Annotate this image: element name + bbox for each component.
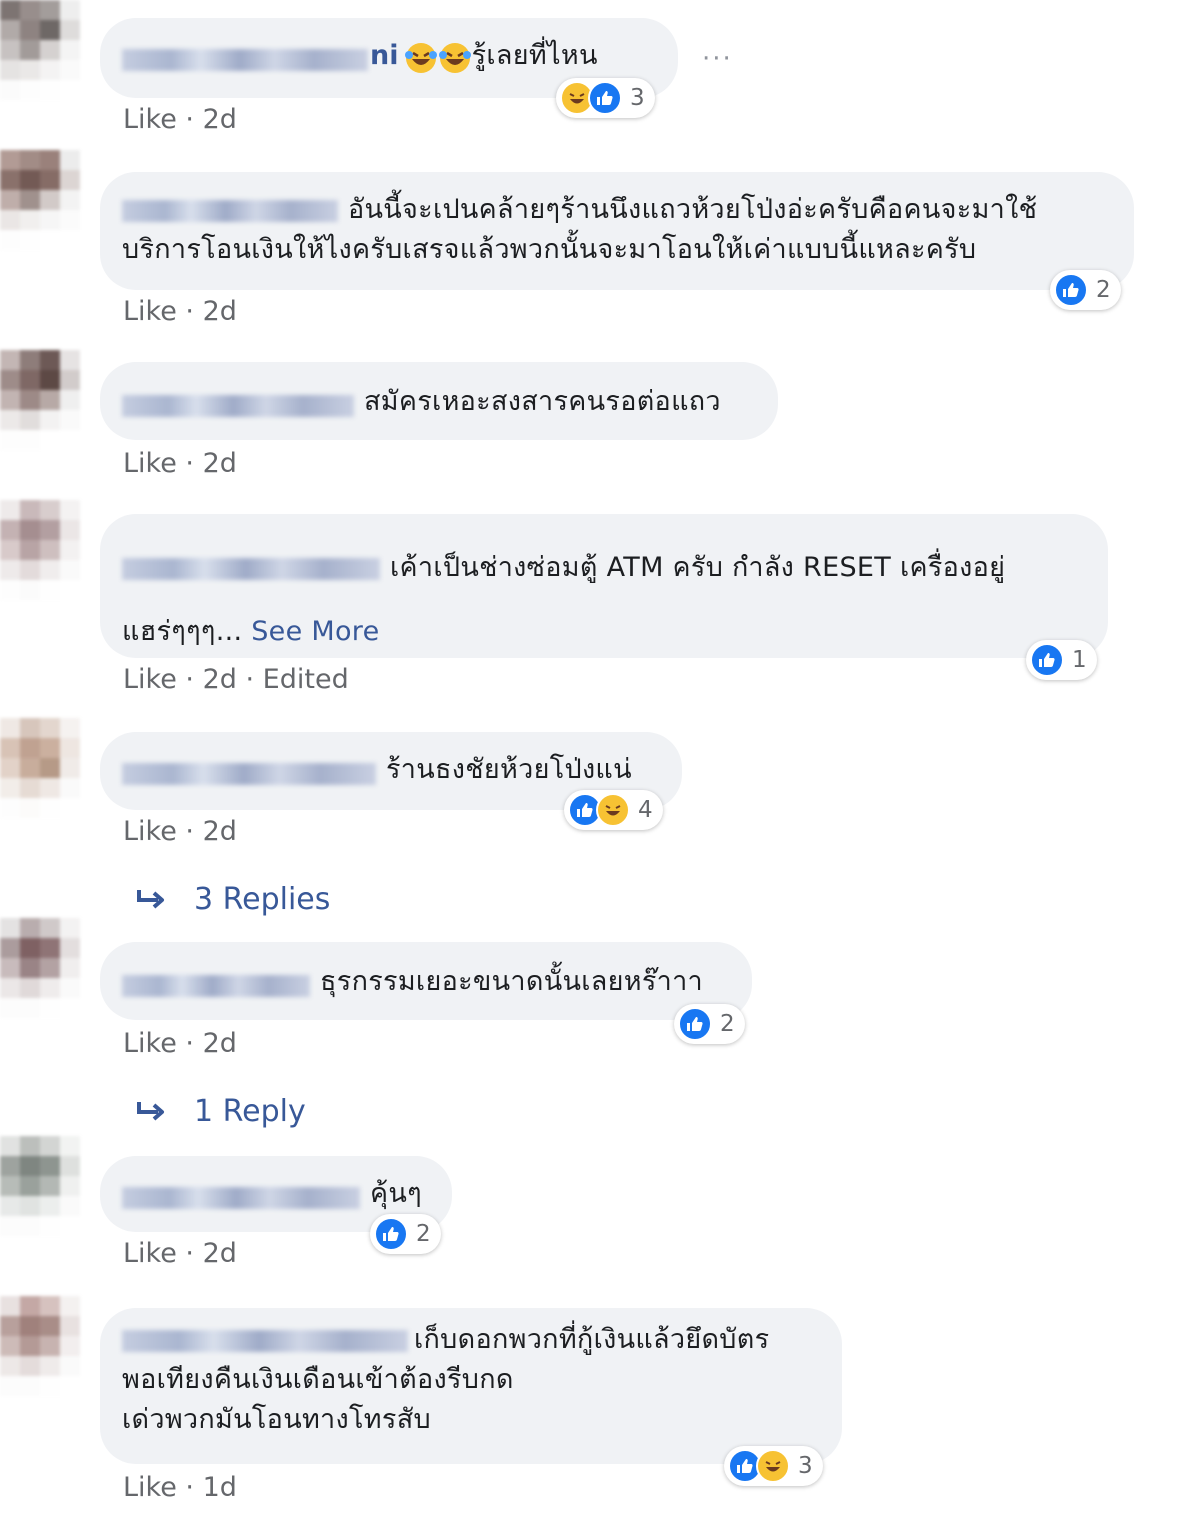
reply-arrow-icon: [137, 1101, 164, 1121]
like-link[interactable]: Like: [123, 104, 177, 132]
avatar[interactable]: [0, 1136, 80, 1236]
avatar[interactable]: [0, 0, 80, 100]
comment-bubble: สมัครเหอะสงสารคนรอต่อแถว: [100, 362, 778, 440]
timestamp[interactable]: 1d: [203, 1472, 237, 1503]
comment-text-line-2: พอเทียงคืนเงินเดือนเข้าต้องรีบกด: [122, 1364, 514, 1395]
comment-text: ร้านธงชัยห้วยโป่งแน่: [386, 754, 632, 785]
like-link[interactable]: Like: [123, 1472, 177, 1503]
rofl-emoji-icon: [404, 41, 438, 79]
comment-meta: Like · 2d: [123, 816, 237, 847]
haha-reaction-icon: [756, 1449, 790, 1483]
avatar[interactable]: [0, 718, 80, 818]
haha-reaction-icon: [596, 793, 630, 827]
timestamp[interactable]: 2d: [203, 1238, 237, 1269]
commenter-name[interactable]: ni: [370, 40, 398, 71]
like-reaction-icon: [678, 1007, 712, 1041]
commenter-name-blurred[interactable]: [122, 974, 310, 997]
reaction-summary[interactable]: 2: [1050, 270, 1121, 310]
commenter-name-blurred[interactable]: [122, 394, 354, 417]
commenter-name-blurred[interactable]: [122, 1186, 360, 1209]
like-link[interactable]: Like: [123, 816, 177, 847]
comment-text: สมัครเหอะสงสารคนรอต่อแถว: [364, 386, 721, 417]
edited-label[interactable]: Edited: [263, 664, 349, 695]
comment-meta: Like · 2d: [123, 448, 237, 479]
timestamp[interactable]: 2d: [203, 104, 237, 132]
rofl-emoji-icon: [438, 41, 472, 79]
see-more-link[interactable]: See More: [251, 616, 379, 647]
comment-text-line-1: เก็บดอกพวกที่กู้เงินแล้วยึดบัตร: [414, 1324, 770, 1355]
comment-bubble: ธุรกรรมเยอะขนาดนั้นเลยหร๊าาา: [100, 942, 752, 1020]
like-reaction-icon: [1030, 643, 1064, 677]
view-replies-link[interactable]: 3 Replies: [136, 882, 330, 917]
comment-meta: Like · 2d: [123, 1238, 237, 1269]
comment-text-line-2: แฮร่ๆๆๆ...: [122, 616, 243, 647]
reaction-summary[interactable]: 3: [556, 78, 655, 118]
comment-bubble: เค้าเป็นช่างซ่อมตู้ ATM ครับ กำลัง RESET…: [100, 514, 1108, 658]
like-link[interactable]: Like: [123, 1028, 177, 1059]
timestamp[interactable]: 2d: [203, 448, 237, 479]
avatar[interactable]: [0, 918, 80, 1018]
comment-text-line-3: เด่วพวกมันโอนทางโทรสับ: [122, 1404, 431, 1435]
like-link[interactable]: Like: [123, 664, 177, 695]
commenter-name-blurred[interactable]: [122, 199, 338, 222]
reaction-count: 3: [630, 85, 645, 111]
like-link[interactable]: Like: [123, 448, 177, 479]
timestamp[interactable]: 2d: [203, 296, 237, 327]
avatar[interactable]: [0, 1296, 80, 1396]
reaction-count: 3: [798, 1453, 813, 1479]
reaction-summary[interactable]: 2: [370, 1214, 441, 1254]
like-link[interactable]: Like: [123, 296, 177, 327]
comment-meta: Like · 1d: [123, 1472, 237, 1503]
replies-count-label[interactable]: 3 Replies: [194, 882, 330, 917]
comment-text-line-1: เค้าเป็นช่างซ่อมตู้ ATM ครับ กำลัง RESET…: [390, 552, 1006, 583]
like-link[interactable]: Like: [123, 1238, 177, 1269]
comment-text: ธุรกรรมเยอะขนาดนั้นเลยหร๊าาา: [320, 966, 703, 997]
timestamp[interactable]: 2d: [203, 816, 237, 847]
view-replies-link[interactable]: 1 Reply: [136, 1094, 306, 1129]
reaction-summary[interactable]: 1: [1026, 640, 1097, 680]
comment-meta: Like · 2d: [123, 1028, 237, 1059]
avatar[interactable]: [0, 500, 80, 600]
timestamp[interactable]: 2d: [203, 664, 237, 695]
reaction-count: 1: [1072, 647, 1087, 673]
comment-meta: Like · 2d: [123, 104, 237, 132]
replies-count-label[interactable]: 1 Reply: [194, 1094, 306, 1129]
comment-meta: Like · 2d · Edited: [123, 664, 349, 695]
comment-bubble: เก็บดอกพวกที่กู้เงินแล้วยึดบัตร พอเทียงค…: [100, 1308, 842, 1464]
commenter-name-blurred[interactable]: [122, 557, 380, 580]
commenter-name-blurred[interactable]: [122, 48, 368, 71]
avatar[interactable]: [0, 150, 80, 250]
like-reaction-icon: [374, 1217, 408, 1251]
like-reaction-icon: [588, 81, 622, 115]
reaction-count: 2: [720, 1011, 735, 1037]
reply-arrow-icon: [137, 889, 164, 909]
avatar[interactable]: [0, 350, 80, 450]
reaction-count: 2: [416, 1221, 431, 1247]
reaction-count: 4: [638, 797, 653, 823]
more-options-icon[interactable]: ···: [702, 44, 733, 74]
comment-meta: Like · 2d: [123, 296, 237, 327]
comment-text: คุ้นๆ: [370, 1178, 422, 1209]
reaction-summary[interactable]: 4: [564, 790, 663, 830]
commenter-name-blurred[interactable]: [122, 1329, 408, 1352]
timestamp[interactable]: 2d: [203, 1028, 237, 1059]
reaction-summary[interactable]: 2: [674, 1004, 745, 1044]
commenter-name-blurred[interactable]: [122, 762, 376, 785]
comment-text: รู้เลยที่ไหน: [471, 40, 598, 71]
reaction-summary[interactable]: 3: [724, 1446, 823, 1486]
reaction-count: 2: [1096, 277, 1111, 303]
comment-bubble: อันนี้จะเปนคล้ายๆร้านนึงแถวห้วยโป่งอ่ะคร…: [100, 172, 1134, 290]
like-reaction-icon: [1054, 273, 1088, 307]
